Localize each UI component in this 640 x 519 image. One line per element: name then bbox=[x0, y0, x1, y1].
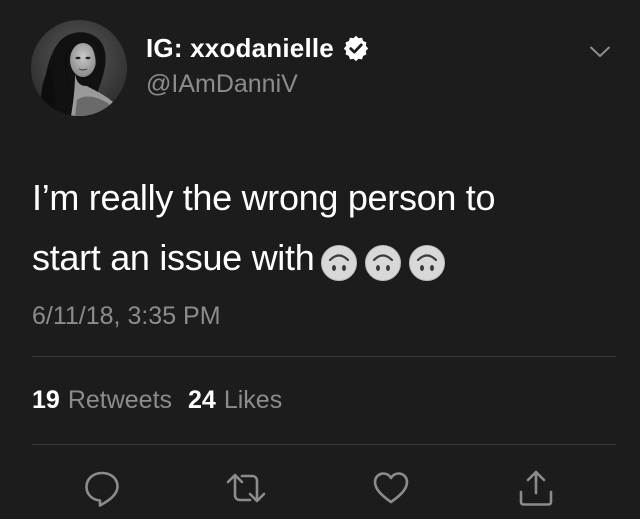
divider bbox=[32, 356, 616, 357]
retweet-icon bbox=[226, 473, 266, 503]
emoji-group bbox=[320, 230, 452, 290]
divider bbox=[32, 444, 616, 445]
retweet-button[interactable] bbox=[224, 466, 268, 510]
speech-bubble-icon bbox=[85, 471, 119, 507]
share-button[interactable] bbox=[514, 466, 558, 510]
user-handle[interactable]: @IAmDanniV bbox=[146, 70, 298, 99]
avatar[interactable] bbox=[31, 20, 127, 116]
retweets-count[interactable]: 19 bbox=[32, 386, 60, 415]
display-name[interactable]: IG: xxodanielle bbox=[146, 33, 334, 64]
tweet-timestamp: 6/11/18, 3:35 PM bbox=[32, 302, 221, 330]
upside-down-face-icon bbox=[408, 244, 446, 282]
reply-button[interactable] bbox=[80, 466, 124, 510]
likes-label[interactable]: Likes bbox=[224, 386, 282, 415]
like-button[interactable] bbox=[369, 466, 413, 510]
tweet-text: I’m really the wrong person to start an … bbox=[32, 168, 612, 290]
share-icon bbox=[519, 470, 553, 506]
tweet-text-line-1: I’m really the wrong person to bbox=[32, 177, 496, 218]
retweets-label[interactable]: Retweets bbox=[68, 386, 172, 415]
upside-down-face-icon bbox=[364, 244, 402, 282]
tweet-text-line-2-text: start an issue with bbox=[32, 237, 315, 278]
tweet-text-line-2: start an issue with bbox=[32, 228, 612, 290]
avatar-image bbox=[31, 20, 127, 116]
verified-badge-icon bbox=[342, 34, 370, 62]
chevron-down-icon[interactable] bbox=[588, 40, 612, 64]
tweet-stats: 19 Retweets 24 Likes bbox=[32, 386, 298, 415]
likes-count[interactable]: 24 bbox=[188, 386, 216, 415]
upside-down-face-icon bbox=[320, 244, 358, 282]
action-bar bbox=[0, 462, 640, 512]
heart-icon bbox=[373, 472, 409, 504]
display-name-row[interactable]: IG: xxodanielle bbox=[146, 31, 370, 65]
tweet-card: IG: xxodanielle @IAmDanniV I’m really th… bbox=[0, 0, 640, 519]
